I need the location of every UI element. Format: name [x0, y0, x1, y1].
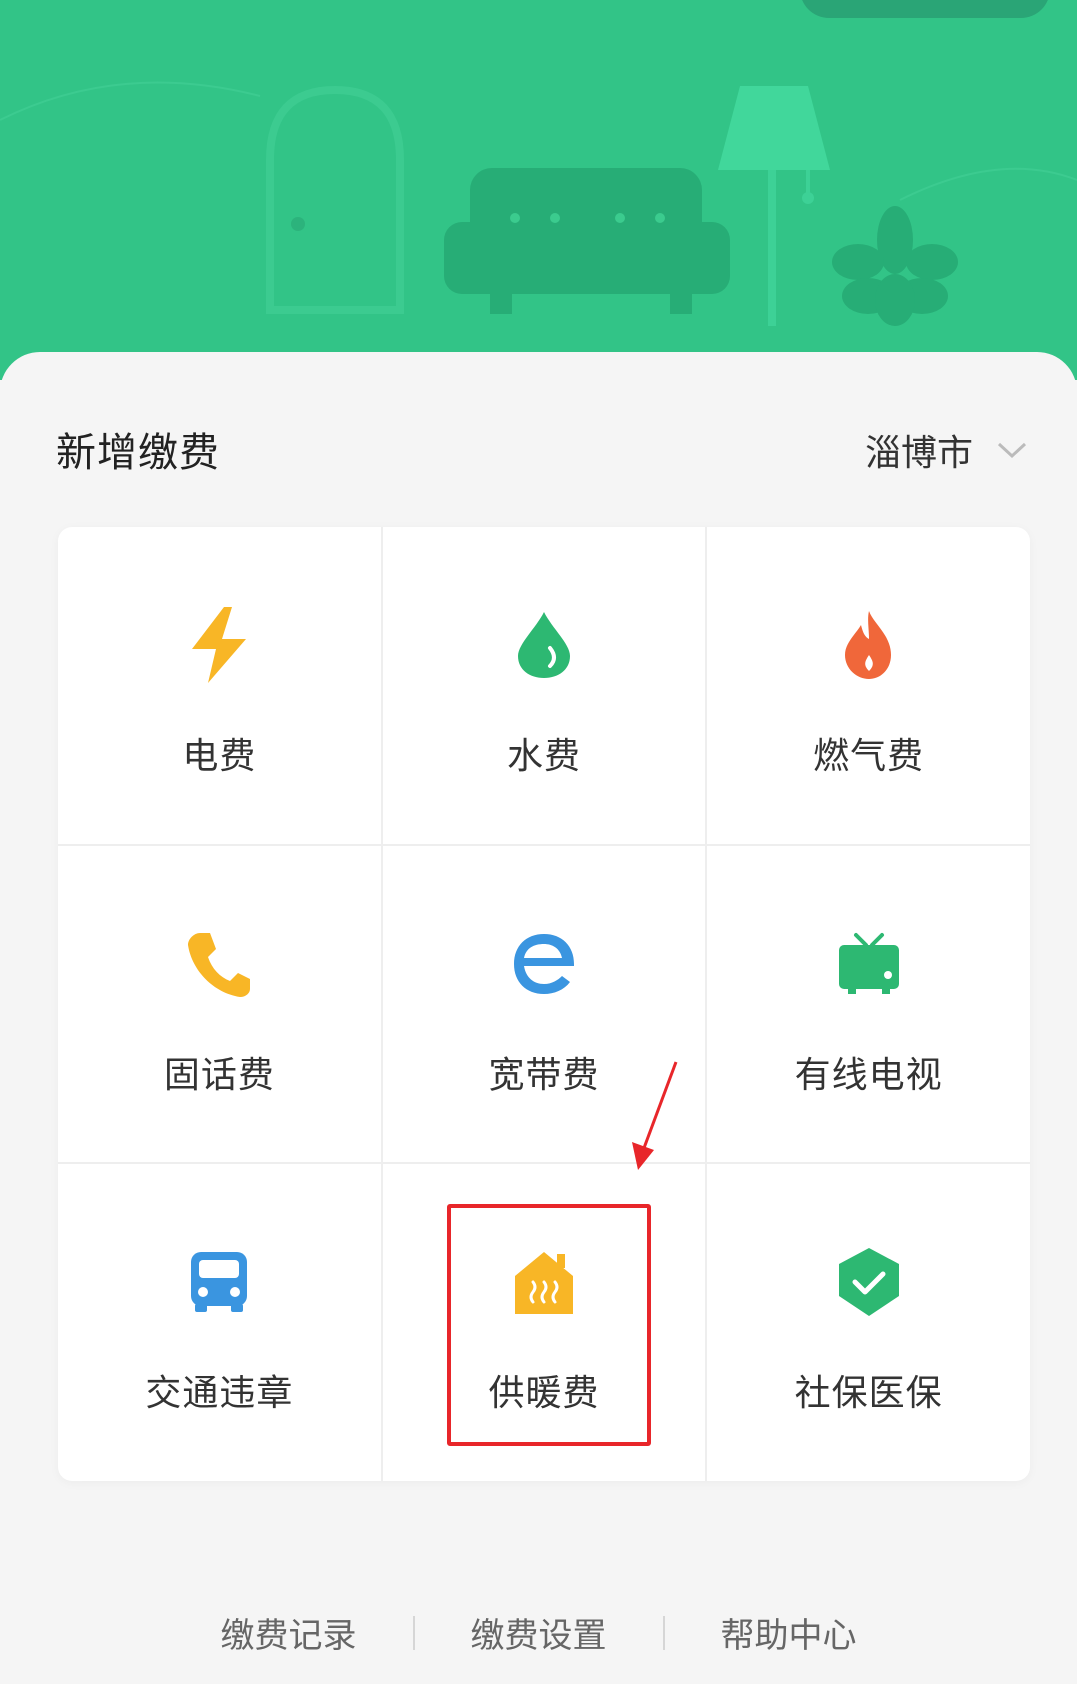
living-room-illustration	[0, 81, 1077, 326]
service-tile-electricity[interactable]: 电费	[58, 527, 381, 844]
service-tile-heating[interactable]: 供暖费	[382, 1164, 706, 1481]
broadband-e-icon	[508, 924, 580, 1004]
service-label: 水费	[506, 736, 581, 777]
service-label: 电费	[182, 736, 257, 777]
help-center-link[interactable]: 帮助中心	[665, 1608, 913, 1657]
service-tile-social-insurance[interactable]: 社保医保	[707, 1164, 1030, 1481]
annotation-arrow	[632, 1061, 678, 1170]
service-label: 交通违章	[145, 1373, 294, 1415]
phone-icon	[183, 924, 255, 1004]
shield-check-icon	[833, 1242, 905, 1322]
water-drop-icon	[508, 605, 580, 685]
tv-icon	[833, 924, 905, 1004]
lightning-icon	[183, 605, 255, 685]
chevron-down-icon	[997, 442, 1027, 459]
top-pill-button[interactable]	[800, 0, 1050, 18]
payment-records-link[interactable]: 缴费记录	[165, 1608, 413, 1657]
service-tile-traffic-violation[interactable]: 交通违章	[58, 1164, 381, 1481]
car-icon	[183, 1242, 255, 1322]
section-title: 新增缴费	[56, 430, 220, 476]
payment-settings-link[interactable]: 缴费设置	[415, 1608, 663, 1657]
service-tile-landline[interactable]: 固话费	[58, 845, 381, 1163]
service-label: 供暖费	[488, 1373, 600, 1415]
service-tile-gas[interactable]: 燃气费	[707, 527, 1030, 844]
flame-icon	[833, 605, 905, 685]
city-label: 淄博市	[864, 433, 973, 474]
city-selector[interactable]: 淄博市	[865, 424, 1029, 476]
service-label: 燃气费	[813, 736, 925, 777]
heating-house-icon	[508, 1242, 580, 1322]
service-tile-cable-tv[interactable]: 有线电视	[707, 845, 1030, 1163]
service-label: 社保医保	[794, 1373, 943, 1415]
header-banner	[0, 0, 1077, 380]
service-tile-water[interactable]: 水费	[382, 527, 706, 844]
footer-links: 缴费记录 缴费设置 帮助中心	[0, 1608, 1077, 1657]
service-label: 有线电视	[794, 1054, 943, 1096]
service-label: 固话费	[163, 1054, 275, 1096]
service-grid: 电费 水费 燃气费 固话费 宽带费 有线电视 交通违章 供暖费 社保医保	[58, 527, 1030, 1481]
